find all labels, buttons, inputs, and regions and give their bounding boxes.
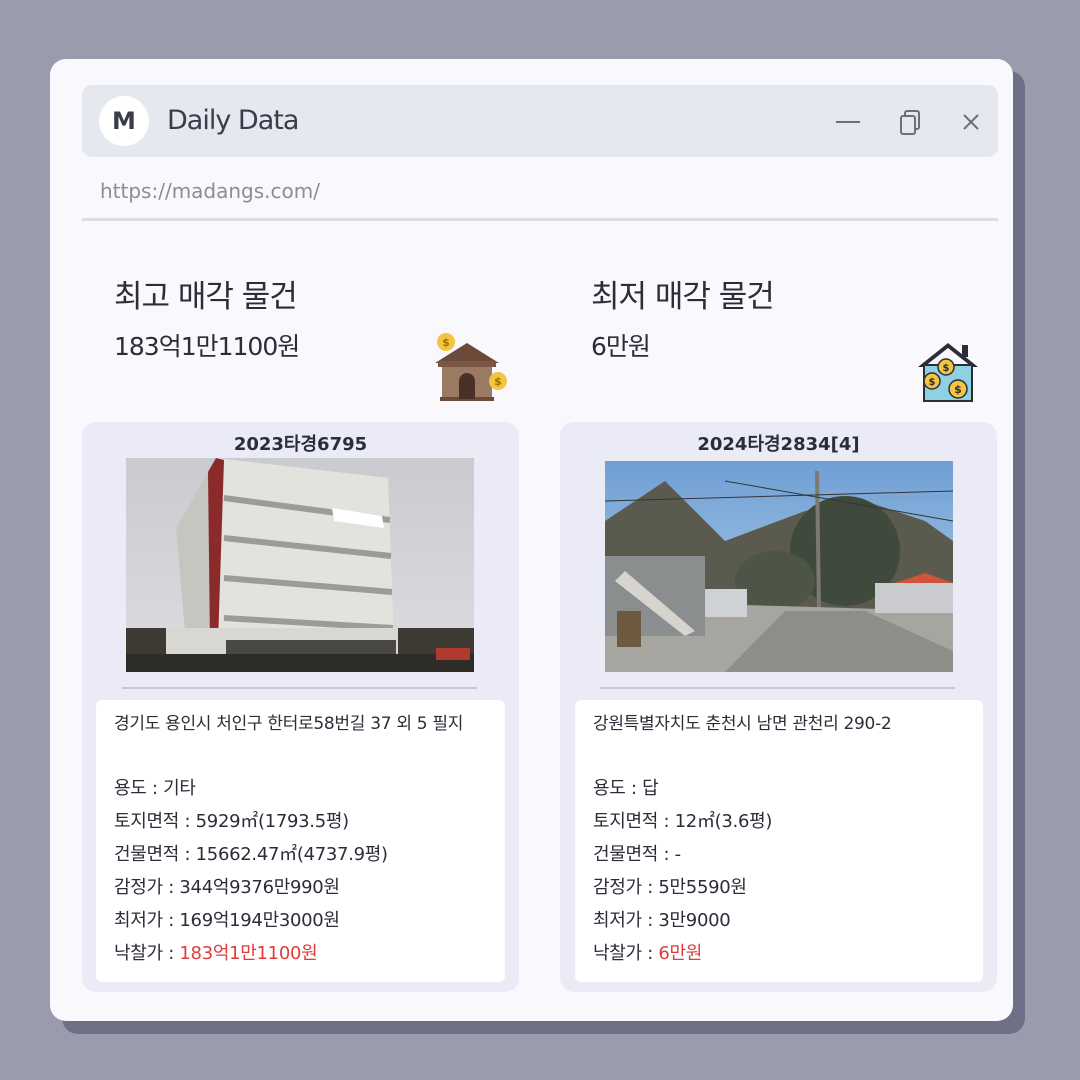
appraisal-value: 344억9376만990원: [179, 877, 340, 898]
building-area-value: -: [674, 844, 682, 865]
lowest-heading: 최저 매각 물건: [591, 279, 775, 315]
property-address: 강원특별자치도 춘천시 남면 관천리 290-2: [593, 714, 892, 734]
land-area-value: 5929㎡(1793.5평): [195, 811, 350, 832]
building-area-value: 15662.47㎡(4737.9평): [195, 844, 388, 865]
usage-value: 답: [642, 778, 659, 799]
appraisal-label: 감정가 :: [114, 877, 180, 898]
card-divider: [122, 687, 477, 689]
usage-row: 용도 : 기타: [114, 772, 487, 805]
card-divider: [600, 687, 955, 689]
winning-bid-value: 183억1만1100원: [179, 943, 318, 964]
land-area-row: 토지면적 : 5929㎡(1793.5평): [114, 805, 487, 838]
winning-bid-row: 낙찰가 : 6만원: [593, 937, 965, 970]
url-text[interactable]: https://madangs.com/: [100, 179, 320, 203]
case-number: 2024타경2834[4]: [697, 434, 860, 455]
restore-icon: [900, 110, 920, 135]
appraisal-value: 5만5590원: [658, 877, 747, 898]
building-area-label: 건물면적 :: [593, 844, 675, 865]
building-area-row: 건물면적 : 15662.47㎡(4737.9평): [114, 838, 487, 871]
lowest-card[interactable]: 2024타경2834[4] 강원특별자치도 춘천시 남면 관천리 290-2 용…: [560, 422, 997, 992]
lowest-price: 6만원: [591, 332, 651, 361]
usage-row: 용도 : 답: [593, 772, 965, 805]
usage-value: 기타: [163, 778, 196, 799]
minimum-price-value: 3만9000: [658, 910, 731, 931]
property-info: 강원특별자치도 춘천시 남면 관천리 290-2 용도 : 답 토지면적 : 1…: [575, 700, 983, 982]
restore-button[interactable]: [896, 107, 926, 137]
svg-text:$: $: [442, 336, 450, 349]
winning-bid-label: 낙찰가 :: [114, 943, 180, 964]
highest-heading: 최고 매각 물건: [114, 279, 298, 315]
property-address: 경기도 용인시 처인구 한터로58번길 37 외 5 필지: [114, 714, 464, 734]
usage-label: 용도 :: [114, 778, 164, 799]
warehouse-money-icon: $ $: [435, 333, 507, 401]
minimum-price-value: 169억194만3000원: [179, 910, 340, 931]
minimum-price-row: 최저가 : 3만9000: [593, 904, 965, 937]
property-photo: [126, 458, 474, 672]
minimum-price-row: 최저가 : 169억194만3000원: [114, 904, 487, 937]
warehouse-photo: [126, 458, 474, 672]
app-window: M Daily Data https://madangs.com/ 최고 매각 …: [50, 59, 1013, 1021]
house-money-icon: $ $ $: [918, 343, 978, 402]
title-bar: M Daily Data: [82, 85, 998, 157]
minimum-price-label: 최저가 :: [593, 910, 659, 931]
minimize-button[interactable]: [833, 107, 863, 137]
land-area-row: 토지면적 : 12㎡(3.6평): [593, 805, 965, 838]
svg-text:$: $: [954, 383, 962, 396]
rural-road-photo: [605, 461, 953, 672]
winning-bid-row: 낙찰가 : 183억1만1100원: [114, 937, 487, 970]
svg-text:$: $: [494, 375, 502, 388]
appraisal-label: 감정가 :: [593, 877, 659, 898]
building-area-row: 건물면적 : -: [593, 838, 965, 871]
building-area-label: 건물면적 :: [114, 844, 196, 865]
url-divider: [82, 218, 998, 221]
minimize-icon: [836, 121, 860, 123]
highest-price: 183억1만1100원: [114, 332, 300, 361]
land-area-value: 12㎡(3.6평): [674, 811, 773, 832]
land-area-label: 토지면적 :: [114, 811, 196, 832]
close-icon: [963, 114, 979, 130]
app-title: Daily Data: [167, 105, 299, 136]
svg-text:$: $: [929, 377, 936, 388]
minimum-price-label: 최저가 :: [114, 910, 180, 931]
property-info: 경기도 용인시 처인구 한터로58번길 37 외 5 필지 용도 : 기타 토지…: [96, 700, 505, 982]
land-area-label: 토지면적 :: [593, 811, 675, 832]
winning-bid-label: 낙찰가 :: [593, 943, 659, 964]
usage-label: 용도 :: [593, 778, 643, 799]
app-logo: M: [99, 96, 149, 146]
appraisal-row: 감정가 : 344억9376만990원: [114, 871, 487, 904]
appraisal-row: 감정가 : 5만5590원: [593, 871, 965, 904]
close-button[interactable]: [956, 107, 986, 137]
case-number: 2023타경6795: [233, 434, 368, 455]
highest-card[interactable]: 2023타경6795 경기도 용인시 처인구 한터로58번길 37 외 5 필지…: [82, 422, 519, 992]
property-photo: [605, 461, 953, 672]
svg-text:$: $: [943, 363, 950, 374]
winning-bid-value: 6만원: [658, 943, 703, 964]
